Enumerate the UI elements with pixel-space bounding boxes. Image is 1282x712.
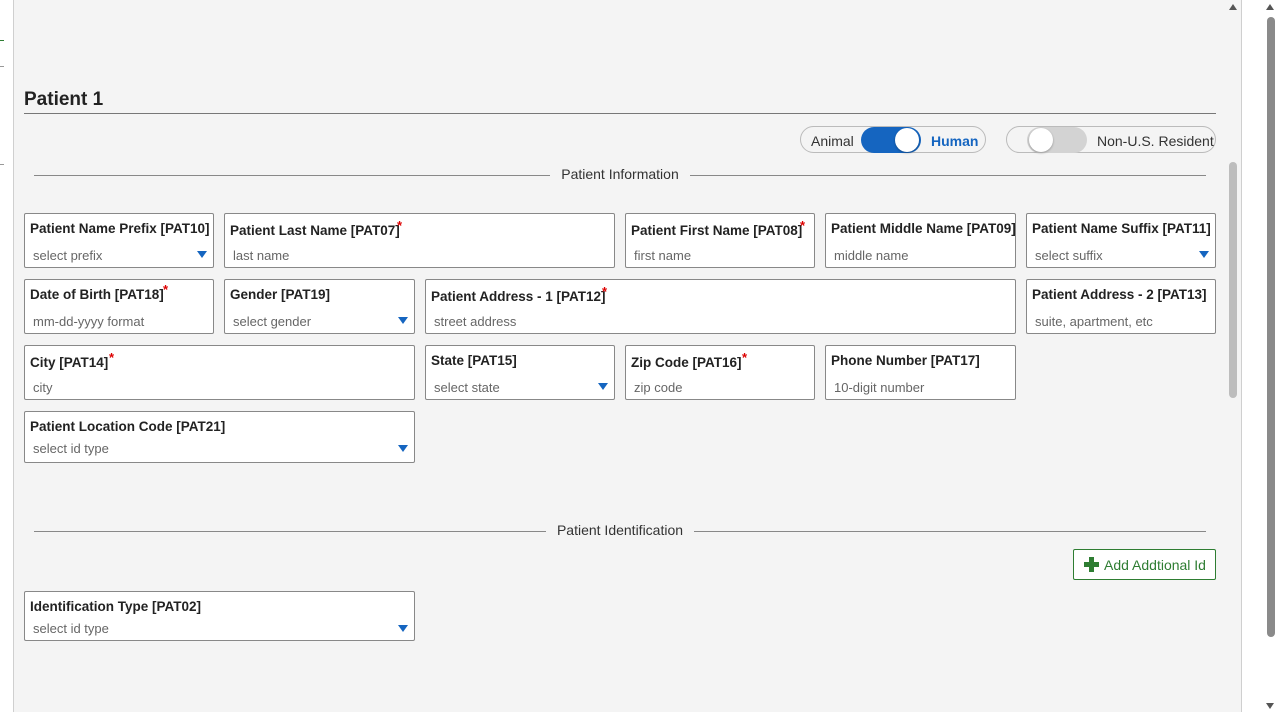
field-label: Identification Type [PAT02] [30, 599, 202, 614]
scroll-up-arrow-icon[interactable] [1229, 4, 1237, 10]
patient-location-code-select[interactable]: Patient Location Code [PAT21] select id … [24, 411, 415, 463]
field-label: State [PAT15] [431, 353, 517, 368]
patient-address-2-field[interactable]: Patient Address - 2 [PAT13] suite, apart… [1026, 279, 1216, 334]
field-placeholder: select state [434, 380, 500, 395]
required-asterisk: * [109, 350, 115, 365]
required-asterisk: * [800, 218, 806, 233]
patient-middle-name-field[interactable]: Patient Middle Name [PAT09] middle name [825, 213, 1016, 268]
zip-code-field[interactable]: Zip Code [PAT16] * zip code [625, 345, 815, 400]
plus-icon [1084, 557, 1099, 572]
scroll-down-arrow-icon[interactable] [1266, 703, 1274, 709]
chevron-down-icon [1199, 251, 1209, 258]
panel-marker [0, 66, 4, 67]
field-placeholder: select prefix [33, 248, 103, 263]
page-scrollbar[interactable] [1241, 0, 1282, 712]
non-us-resident-label: Non-U.S. Resident [1097, 133, 1214, 149]
patient-last-name-field[interactable]: Patient Last Name [PAT07] * last name [224, 213, 615, 268]
patient-name-suffix-select[interactable]: Patient Name Suffix [PAT11] select suffi… [1026, 213, 1216, 268]
field-placeholder: zip code [634, 380, 683, 395]
required-asterisk: * [742, 350, 748, 365]
residency-toggle-group: Non-U.S. Resident [1006, 126, 1216, 153]
page-title: Patient 1 [24, 89, 104, 110]
field-placeholder: city [33, 380, 53, 395]
required-asterisk: * [602, 284, 608, 299]
required-asterisk: * [397, 218, 403, 233]
field-label: Phone Number [PAT17] [831, 353, 980, 368]
field-placeholder: 10-digit number [834, 380, 925, 395]
field-label: Patient Location Code [PAT21] [30, 419, 226, 434]
phone-number-field[interactable]: Phone Number [PAT17] 10-digit number [825, 345, 1016, 400]
left-panel-edge [0, 0, 14, 712]
field-label: Gender [PAT19] [230, 287, 331, 302]
field-placeholder: middle name [834, 248, 909, 263]
field-placeholder: street address [434, 314, 517, 329]
chevron-down-icon [398, 625, 408, 632]
chevron-down-icon [598, 383, 608, 390]
toggle-knob [1029, 128, 1053, 152]
title-divider [24, 113, 1216, 114]
chevron-down-icon [398, 317, 408, 324]
toggle-knob [895, 128, 919, 152]
scrollbar-thumb[interactable] [1267, 17, 1275, 637]
section-patient-information: Patient Information [34, 166, 1206, 186]
section-patient-identification: Patient Identification [34, 522, 1206, 542]
animal-label: Animal [811, 133, 854, 149]
patient-address-1-field[interactable]: Patient Address - 1 [PAT12] * street add… [425, 279, 1016, 334]
patient-name-prefix-select[interactable]: Patient Name Prefix [PAT10] select prefi… [24, 213, 214, 268]
field-placeholder: first name [634, 248, 692, 263]
field-label: City [PAT14] [30, 355, 109, 370]
city-field[interactable]: City [PAT14] * city [24, 345, 415, 400]
panel-scrollbar[interactable] [1226, 0, 1241, 712]
field-placeholder: select suffix [1035, 248, 1103, 263]
state-select[interactable]: State [PAT15] select state [425, 345, 615, 400]
scroll-up-arrow-icon[interactable] [1266, 4, 1274, 10]
button-label: Add Addtional Id [1104, 557, 1206, 573]
panel-marker [0, 40, 4, 41]
date-of-birth-field[interactable]: Date of Birth [PAT18] * mm-dd-yyyy forma… [24, 279, 214, 334]
field-placeholder: select id type [33, 441, 109, 456]
non-us-resident-toggle[interactable] [1027, 127, 1087, 153]
species-toggle-group: Animal Human [800, 126, 986, 153]
field-placeholder: mm-dd-yyyy format [33, 314, 145, 329]
field-label: Patient Address - 1 [PAT12] [431, 289, 606, 304]
field-label: Patient Address - 2 [PAT13] [1032, 287, 1207, 302]
gender-select[interactable]: Gender [PAT19] select gender [224, 279, 415, 334]
field-placeholder: last name [233, 248, 290, 263]
add-additional-id-button[interactable]: Add Addtional Id [1073, 549, 1216, 580]
patient-first-name-field[interactable]: Patient First Name [PAT08] * first name [625, 213, 815, 268]
field-label: Zip Code [PAT16] [631, 355, 742, 370]
field-label: Patient Name Suffix [PAT11] [1032, 221, 1211, 236]
panel-marker [0, 164, 4, 165]
field-label: Patient Middle Name [PAT09] [831, 221, 1016, 236]
section-title: Patient Identification [546, 522, 694, 538]
chevron-down-icon [197, 251, 207, 258]
field-label: Patient First Name [PAT08] [631, 223, 803, 238]
human-label: Human [931, 133, 979, 149]
identification-type-select[interactable]: Identification Type [PAT02] select id ty… [24, 591, 415, 641]
field-placeholder: suite, apartment, etc [1035, 314, 1153, 329]
field-label: Date of Birth [PAT18] [30, 287, 164, 302]
field-placeholder: select id type [33, 621, 109, 636]
chevron-down-icon [398, 445, 408, 452]
section-title: Patient Information [551, 166, 689, 182]
scrollbar-thumb[interactable] [1229, 162, 1237, 398]
required-asterisk: * [163, 282, 169, 297]
field-placeholder: select gender [233, 314, 312, 329]
field-label: Patient Name Prefix [PAT10] [30, 221, 210, 236]
field-label: Patient Last Name [PAT07] [230, 223, 400, 238]
species-toggle[interactable] [861, 127, 921, 153]
